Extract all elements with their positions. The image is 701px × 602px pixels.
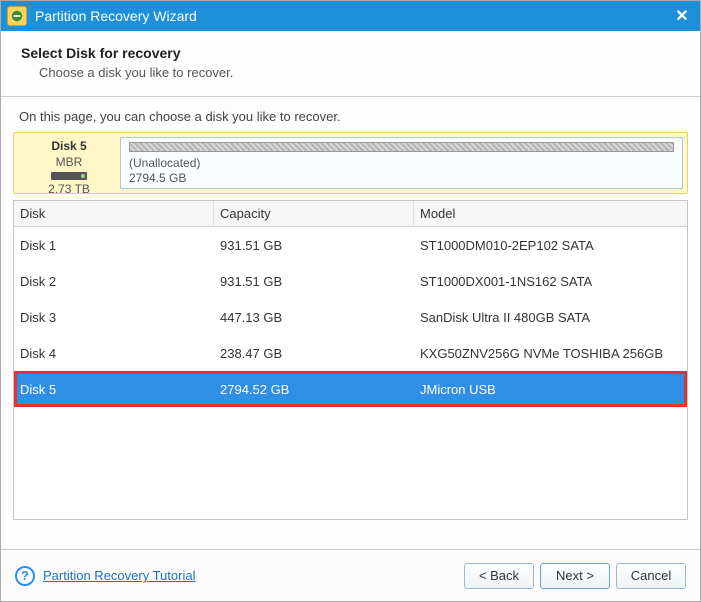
table-body: Disk 1931.51 GBST1000DM010-2EP102 SATADi…: [14, 227, 687, 407]
table-row[interactable]: Disk 2931.51 GBST1000DX001-1NS162 SATA: [14, 263, 687, 299]
next-button[interactable]: Next >: [540, 563, 610, 589]
table-row[interactable]: Disk 4238.47 GBKXG50ZNV256G NVMe TOSHIBA…: [14, 335, 687, 371]
table-row[interactable]: Disk 52794.52 GBJMicron USB: [14, 371, 687, 407]
disk-table: Disk Capacity Model Disk 1931.51 GBST100…: [13, 200, 688, 520]
cell-disk: Disk 3: [14, 310, 214, 325]
cell-model: KXG50ZNV256G NVMe TOSHIBA 256GB: [414, 346, 687, 361]
page-title: Select Disk for recovery: [21, 45, 680, 61]
table-header: Disk Capacity Model: [14, 201, 687, 227]
wizard-body: On this page, you can choose a disk you …: [1, 97, 700, 520]
instruction-text: On this page, you can choose a disk you …: [19, 109, 688, 124]
help-icon[interactable]: ?: [15, 566, 35, 586]
cell-capacity: 2794.52 GB: [214, 382, 414, 397]
close-button[interactable]: ✕: [670, 4, 694, 28]
partition-bar-unallocated[interactable]: [129, 142, 674, 152]
app-icon: [7, 6, 27, 26]
selected-disk-size: 2.73 TB: [22, 182, 116, 198]
cell-capacity: 931.51 GB: [214, 238, 414, 253]
selected-disk-info: Disk 5 MBR 2.73 TB: [18, 137, 120, 189]
help-link[interactable]: Partition Recovery Tutorial: [43, 568, 195, 583]
selected-disk-layout[interactable]: (Unallocated) 2794.5 GB: [120, 137, 683, 189]
back-button[interactable]: < Back: [464, 563, 534, 589]
cell-disk: Disk 4: [14, 346, 214, 361]
cell-disk: Disk 5: [14, 382, 214, 397]
cell-capacity: 238.47 GB: [214, 346, 414, 361]
segment-label: (Unallocated): [129, 156, 674, 171]
header-model[interactable]: Model: [414, 201, 687, 226]
header-capacity[interactable]: Capacity: [214, 201, 414, 226]
cell-model: JMicron USB: [414, 382, 687, 397]
segment-size: 2794.5 GB: [129, 171, 674, 186]
cell-capacity: 931.51 GB: [214, 274, 414, 289]
cell-model: ST1000DM010-2EP102 SATA: [414, 238, 687, 253]
table-row[interactable]: Disk 1931.51 GBST1000DM010-2EP102 SATA: [14, 227, 687, 263]
table-row[interactable]: Disk 3447.13 GBSanDisk Ultra II 480GB SA…: [14, 299, 687, 335]
cell-disk: Disk 2: [14, 274, 214, 289]
header-disk[interactable]: Disk: [14, 201, 214, 226]
selected-disk-panel: Disk 5 MBR 2.73 TB (Unallocated) 2794.5 …: [13, 132, 688, 194]
selected-disk-scheme: MBR: [22, 155, 116, 171]
selected-disk-name: Disk 5: [22, 139, 116, 155]
title-bar: Partition Recovery Wizard ✕: [1, 1, 700, 31]
page-subtitle: Choose a disk you like to recover.: [39, 65, 680, 80]
cell-capacity: 447.13 GB: [214, 310, 414, 325]
window-title: Partition Recovery Wizard: [35, 8, 670, 24]
wizard-footer: ? Partition Recovery Tutorial < Back Nex…: [1, 549, 700, 601]
cell-disk: Disk 1: [14, 238, 214, 253]
hard-drive-icon: [51, 172, 87, 180]
cell-model: SanDisk Ultra II 480GB SATA: [414, 310, 687, 325]
cell-model: ST1000DX001-1NS162 SATA: [414, 274, 687, 289]
wizard-header: Select Disk for recovery Choose a disk y…: [1, 31, 700, 97]
cancel-button[interactable]: Cancel: [616, 563, 686, 589]
